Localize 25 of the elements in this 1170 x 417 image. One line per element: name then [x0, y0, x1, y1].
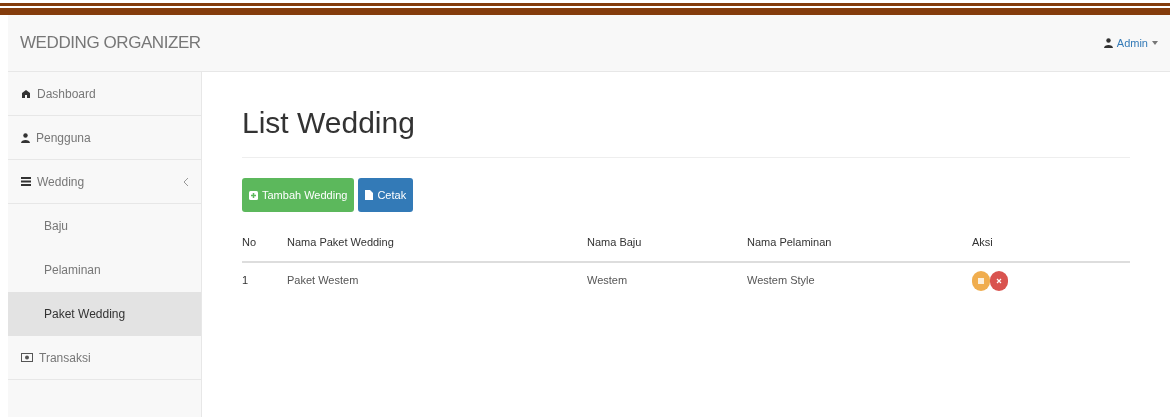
- add-button[interactable]: Tambah Wedding: [242, 178, 355, 212]
- table-cell: Westem Style: [747, 262, 972, 298]
- table-cell: 1: [242, 262, 287, 298]
- print-button[interactable]: Cetak: [358, 178, 414, 212]
- plus-icon: [249, 190, 258, 200]
- money-icon: [21, 353, 33, 362]
- column-header: Nama Baju: [587, 224, 747, 262]
- column-header: Nama Paket Wedding: [287, 224, 587, 262]
- caret-icon: [1152, 41, 1158, 45]
- dashboard-icon: [21, 88, 31, 99]
- page-title: List Wedding: [242, 100, 1130, 158]
- user-icon: [21, 132, 30, 143]
- brand-title: WEDDING ORGANIZER: [20, 32, 201, 55]
- close-icon: [996, 277, 1002, 284]
- table-cell: Paket Westem: [287, 262, 587, 298]
- delete-button[interactable]: [990, 270, 1008, 291]
- user-menu[interactable]: Admin: [1103, 34, 1158, 52]
- table-cell: Westem: [587, 262, 747, 298]
- list-icon: [21, 177, 31, 186]
- column-header: No: [242, 224, 287, 262]
- column-header: Aksi: [972, 224, 1130, 262]
- sidebar-subitem[interactable]: Paket Wedding: [8, 292, 201, 336]
- user-icon: [1103, 38, 1113, 48]
- column-header: Nama Pelaminan: [747, 224, 972, 262]
- document-icon: [365, 190, 374, 200]
